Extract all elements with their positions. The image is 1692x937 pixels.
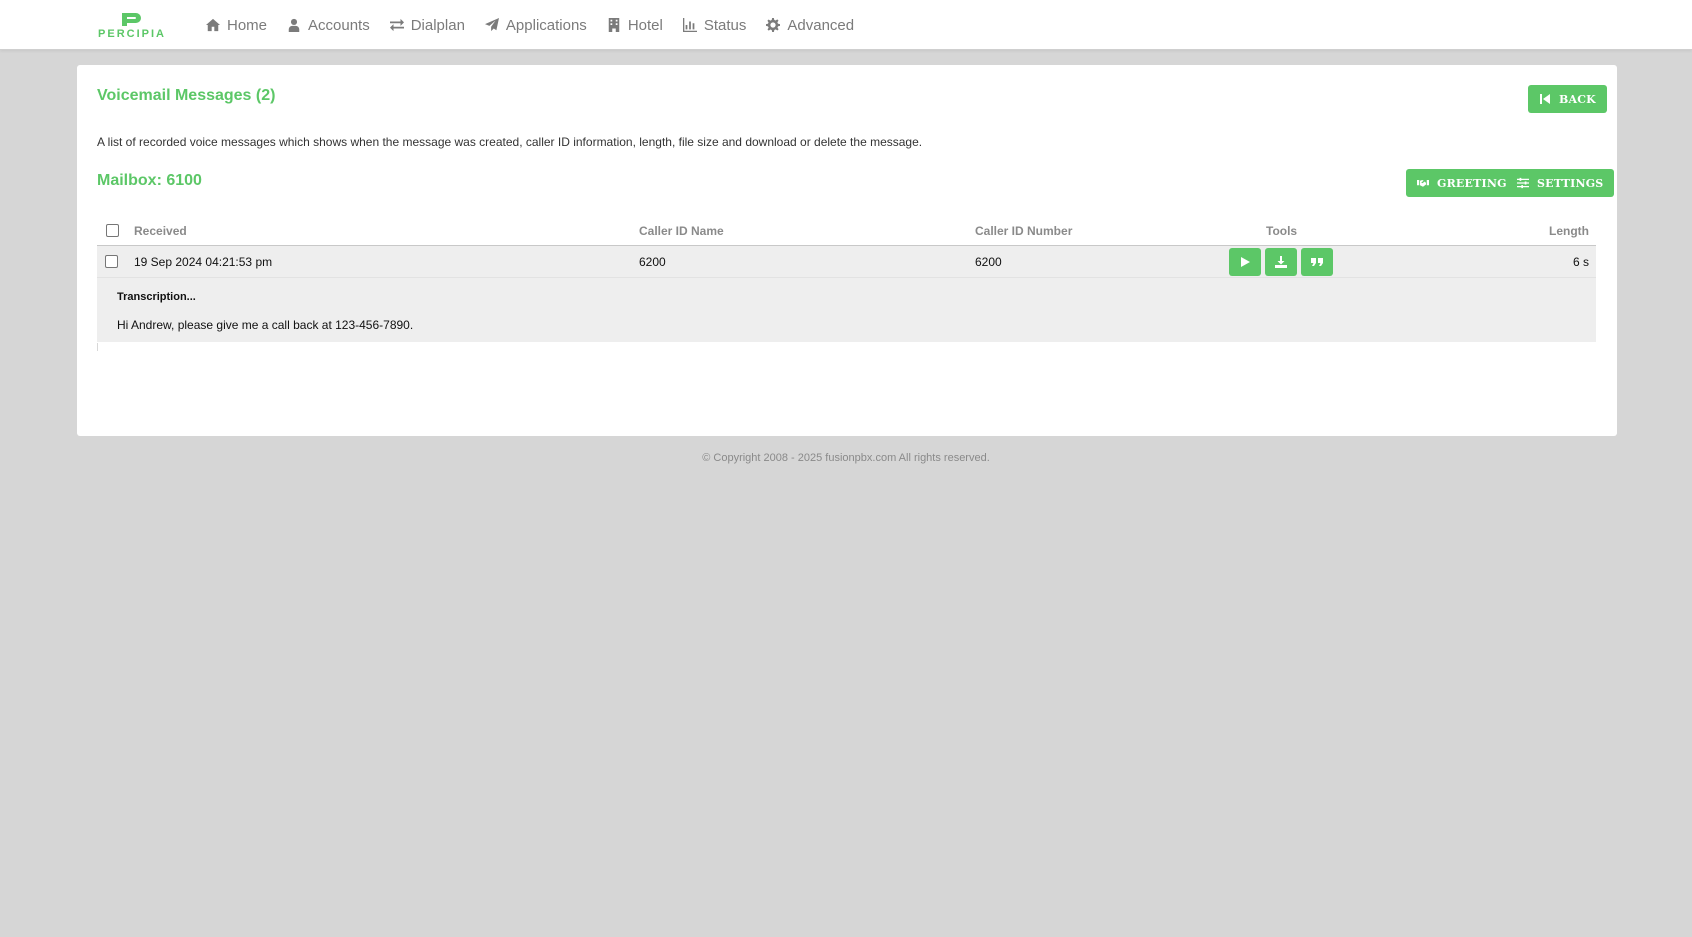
- sliders-icon: [1517, 177, 1529, 189]
- page-title: Voicemail Messages (2): [97, 87, 276, 104]
- nav-home-label: Home: [227, 16, 268, 34]
- nav-hotel[interactable]: Hotel: [607, 17, 663, 34]
- nav-accounts-label: Accounts: [308, 16, 370, 34]
- settings-button-label: SETTINGS: [1537, 176, 1604, 190]
- transcription-panel: Transcription... Hi Andrew, please give …: [97, 277, 1596, 351]
- nav-applications[interactable]: Applications: [484, 16, 587, 34]
- length-cell: 6 s: [1572, 255, 1589, 269]
- nav-accounts[interactable]: Accounts: [287, 17, 370, 34]
- column-tools: Tools: [1266, 224, 1298, 238]
- mailbox-title: Mailbox: 6100: [97, 172, 202, 189]
- brand-name: PERCIPIA: [98, 28, 166, 40]
- gear-icon: [766, 18, 781, 32]
- greetings-button-label: GREETINGS: [1437, 176, 1515, 190]
- transcription-title: Transcription...: [117, 291, 196, 303]
- top-navbar: PERCIPIA Home Accounts Dialplan Applicat…: [0, 0, 1692, 50]
- step-backward-icon: [1540, 94, 1550, 104]
- main-nav: Home Accounts Dialplan Applications Hote…: [206, 0, 874, 50]
- play-button[interactable]: [1229, 248, 1261, 276]
- nav-status[interactable]: Status: [682, 16, 747, 34]
- nav-status-label: Status: [703, 16, 747, 34]
- brand-logo[interactable]: PERCIPIA: [92, 12, 172, 42]
- user-icon: [288, 18, 300, 32]
- back-button[interactable]: BACK: [1528, 85, 1607, 113]
- voicemail-table: Received Caller ID Name Caller ID Number…: [97, 215, 1596, 351]
- nav-dialplan-label: Dialplan: [410, 16, 465, 34]
- handshake-icon: [1417, 180, 1429, 187]
- play-icon: [1241, 257, 1250, 267]
- column-length[interactable]: Length: [1549, 224, 1589, 238]
- back-button-label: BACK: [1559, 92, 1596, 106]
- nav-dialplan[interactable]: Dialplan: [389, 16, 465, 34]
- page-description: A list of recorded voice messages which …: [97, 135, 923, 149]
- nav-hotel-label: Hotel: [627, 16, 663, 34]
- content-card: Voicemail Messages (2) BACK A list of re…: [77, 65, 1617, 436]
- copyright-footer: © Copyright 2008 - 2025 fusionpbx.com Al…: [702, 452, 990, 464]
- column-caller-id-name[interactable]: Caller ID Name: [639, 224, 724, 238]
- nav-advanced[interactable]: Advanced: [766, 17, 854, 34]
- download-icon: [1275, 256, 1287, 268]
- divider: [97, 343, 98, 351]
- quote-icon: [1311, 258, 1323, 266]
- transcription-text: Hi Andrew, please give me a call back at…: [117, 318, 414, 332]
- row-checkbox[interactable]: [105, 255, 118, 268]
- column-received[interactable]: Received: [134, 224, 187, 238]
- settings-button[interactable]: SETTINGS: [1506, 169, 1615, 197]
- transcribe-button[interactable]: [1301, 248, 1333, 276]
- nav-applications-label: Applications: [505, 16, 587, 34]
- table-row[interactable]: 19 Sep 2024 04:21:53 pm 6200 6200 6 s: [97, 246, 1596, 277]
- table-header: Received Caller ID Name Caller ID Number…: [97, 215, 1596, 246]
- nav-home[interactable]: Home: [206, 17, 267, 34]
- column-caller-id-number[interactable]: Caller ID Number: [975, 224, 1072, 238]
- caller-id-name-cell: 6200: [639, 255, 666, 269]
- exchange-icon: [389, 18, 404, 32]
- nav-advanced-label: Advanced: [787, 16, 855, 34]
- home-icon: [206, 18, 220, 32]
- select-all-checkbox[interactable]: [106, 224, 119, 237]
- download-button[interactable]: [1265, 248, 1297, 276]
- chart-icon: [682, 18, 697, 32]
- received-cell: 19 Sep 2024 04:21:53 pm: [134, 255, 273, 269]
- caller-id-number-cell: 6200: [975, 255, 1002, 269]
- paper-plane-icon: [484, 18, 499, 32]
- building-icon: [608, 18, 620, 32]
